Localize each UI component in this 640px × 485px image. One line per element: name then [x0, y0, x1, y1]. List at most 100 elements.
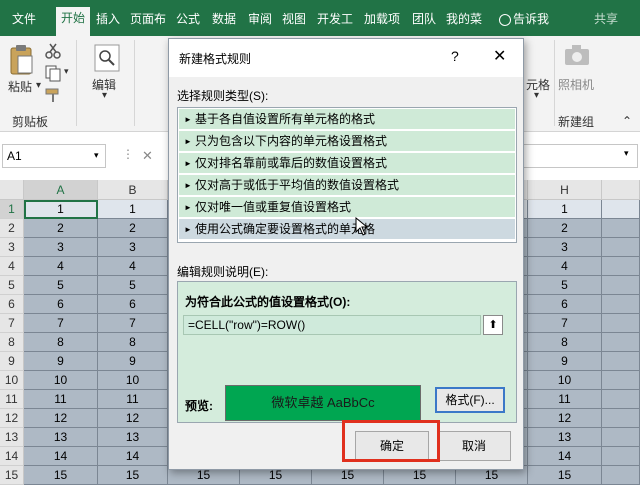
grid-cell[interactable]: 15 [98, 466, 168, 485]
grid-cell[interactable] [602, 333, 640, 352]
grid-cell[interactable]: 6 [24, 295, 98, 314]
column-header-next[interactable] [602, 180, 640, 200]
tab-data[interactable]: 数据 [208, 8, 240, 30]
grid-cell[interactable] [602, 371, 640, 390]
rule-type-item[interactable]: ► 仅对高于或低于平均值的数值设置格式 [179, 175, 515, 196]
grid-cell[interactable]: 2 [98, 219, 168, 238]
tell-me-search[interactable]: 告诉我 [494, 8, 554, 30]
tab-review[interactable]: 审阅 [244, 8, 276, 30]
grid-cell[interactable]: 10 [528, 371, 602, 390]
grid-cell[interactable]: 7 [528, 314, 602, 333]
row-header[interactable]: 13 [0, 428, 24, 447]
grid-cell[interactable]: 7 [98, 314, 168, 333]
tab-formulas[interactable]: 公式 [172, 8, 204, 30]
name-box-dropdown-icon[interactable]: ▾ [94, 150, 99, 161]
cells-dropdown-icon[interactable]: ▾ [534, 90, 539, 101]
grid-cell[interactable] [602, 447, 640, 466]
grid-cell[interactable]: 8 [98, 333, 168, 352]
paste-dropdown-icon[interactable]: ▾ [36, 80, 41, 91]
paste-icon[interactable] [8, 44, 34, 76]
rule-type-item[interactable]: ► 仅对唯一值或重复值设置格式 [179, 197, 515, 218]
grid-cell[interactable]: 2 [528, 219, 602, 238]
tab-addins[interactable]: 加载项 [360, 8, 404, 30]
grid-cell[interactable] [602, 219, 640, 238]
grid-cell[interactable]: 6 [528, 295, 602, 314]
grid-cell[interactable] [602, 390, 640, 409]
grid-cell[interactable] [602, 428, 640, 447]
row-header[interactable]: 12 [0, 409, 24, 428]
cancel-formula-icon[interactable]: ✕ [142, 148, 153, 164]
rule-type-item-selected[interactable]: ► 使用公式确定要设置格式的单元格 [179, 219, 515, 240]
grid-cell[interactable]: 5 [98, 276, 168, 295]
row-header[interactable]: 9 [0, 352, 24, 371]
row-header[interactable]: 7 [0, 314, 24, 333]
grid-cell[interactable] [602, 238, 640, 257]
cut-icon[interactable] [44, 42, 62, 60]
column-header-b[interactable]: B [98, 180, 168, 200]
grid-cell[interactable]: 11 [98, 390, 168, 409]
grid-cell[interactable]: 7 [24, 314, 98, 333]
grid-cell[interactable]: 9 [98, 352, 168, 371]
format-button[interactable]: 格式(F)... [435, 387, 505, 413]
grid-cell[interactable]: 15 [528, 466, 602, 485]
grid-cell[interactable]: 1 [98, 200, 168, 219]
name-box[interactable]: A1 [2, 144, 106, 168]
formula-input-field[interactable]: =CELL("row")=ROW() [183, 315, 481, 335]
expand-formula-bar-icon[interactable]: ▾ [624, 148, 629, 159]
grid-cell[interactable]: 10 [24, 371, 98, 390]
grid-cell[interactable]: 4 [528, 257, 602, 276]
edit-dropdown-icon[interactable]: ▾ [102, 90, 107, 101]
rule-type-item[interactable]: ► 仅对排名靠前或靠后的数值设置格式 [179, 153, 515, 174]
rule-type-item[interactable]: ► 基于各自值设置所有单元格的格式 [179, 109, 515, 130]
find-icon[interactable] [94, 44, 120, 72]
grid-cell[interactable]: 14 [528, 447, 602, 466]
tab-developer[interactable]: 开发工 [312, 8, 358, 30]
format-painter-icon[interactable] [44, 86, 62, 104]
grid-cell[interactable]: 8 [24, 333, 98, 352]
row-header[interactable]: 10 [0, 371, 24, 390]
copy-icon[interactable] [44, 64, 62, 82]
tab-file[interactable]: 文件 [4, 8, 44, 30]
grid-cell[interactable]: 3 [98, 238, 168, 257]
tab-team[interactable]: 团队 [408, 8, 440, 30]
grid-cell[interactable]: 11 [528, 390, 602, 409]
column-header-a[interactable]: A [24, 180, 98, 200]
help-icon[interactable]: ? [451, 48, 459, 64]
grid-cell[interactable]: 15 [24, 466, 98, 485]
collapse-dialog-icon[interactable]: ⬆ [483, 315, 503, 335]
grid-cell[interactable]: 3 [528, 238, 602, 257]
row-header[interactable]: 1 [0, 200, 24, 219]
tab-view[interactable]: 视图 [278, 8, 310, 30]
grid-cell[interactable]: 13 [98, 428, 168, 447]
tab-my-menu[interactable]: 我的菜 [442, 8, 486, 30]
row-header[interactable]: 14 [0, 447, 24, 466]
row-header[interactable]: 8 [0, 333, 24, 352]
grid-cell[interactable]: 9 [24, 352, 98, 371]
tab-insert[interactable]: 插入 [92, 8, 124, 30]
collapse-ribbon-icon[interactable]: ⌃ [622, 114, 632, 128]
cancel-button[interactable]: 取消 [437, 431, 511, 461]
grid-cell[interactable]: 6 [98, 295, 168, 314]
grid-cell[interactable] [602, 352, 640, 371]
grid-cell[interactable]: 14 [24, 447, 98, 466]
close-icon[interactable]: ✕ [493, 46, 506, 66]
row-header[interactable]: 4 [0, 257, 24, 276]
grid-cell[interactable]: 4 [98, 257, 168, 276]
grid-cell[interactable]: 4 [24, 257, 98, 276]
copy-dropdown-icon[interactable]: ▾ [64, 66, 69, 77]
grid-cell[interactable] [602, 257, 640, 276]
grid-cell[interactable]: 5 [528, 276, 602, 295]
column-header-h[interactable]: H [528, 180, 602, 200]
grid-cell[interactable] [602, 409, 640, 428]
grid-cell[interactable]: 13 [528, 428, 602, 447]
grid-cell[interactable]: 2 [24, 219, 98, 238]
grid-cell[interactable]: 12 [98, 409, 168, 428]
grid-cell[interactable]: 12 [24, 409, 98, 428]
grid-cell[interactable]: 14 [98, 447, 168, 466]
row-header[interactable]: 2 [0, 219, 24, 238]
grid-cell[interactable]: 10 [98, 371, 168, 390]
rule-type-item[interactable]: ► 只为包含以下内容的单元格设置格式 [179, 131, 515, 152]
grid-cell[interactable]: 1 [528, 200, 602, 219]
share-button[interactable]: 共享 [588, 8, 624, 30]
grid-cell[interactable]: 13 [24, 428, 98, 447]
